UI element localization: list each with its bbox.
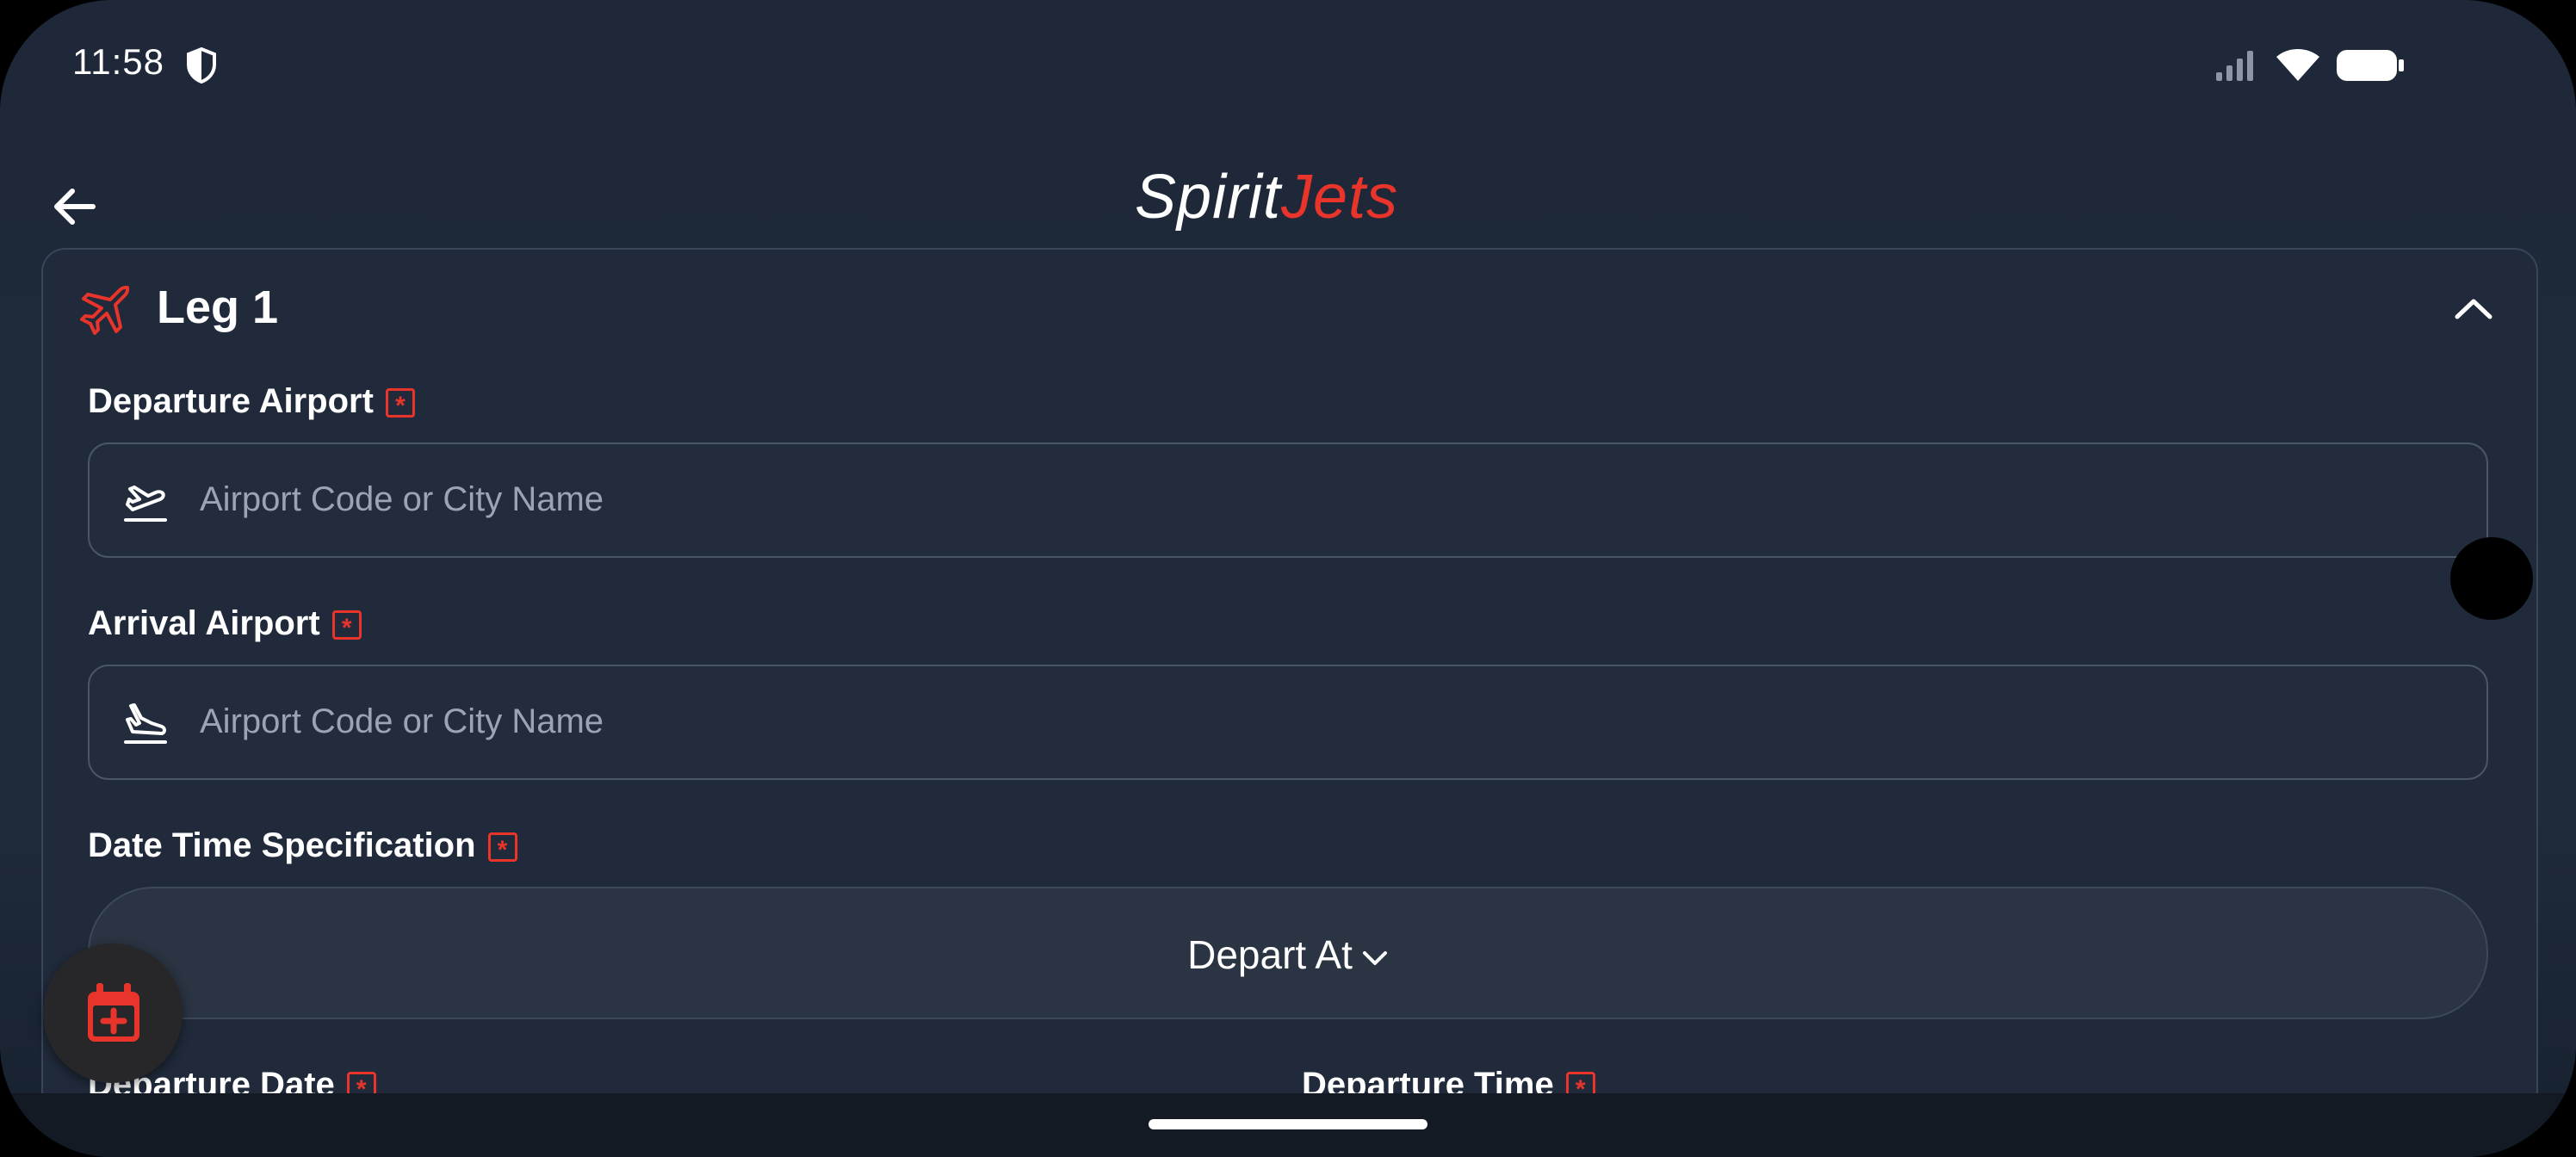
- arrival-airport-label: Arrival Airport *: [88, 604, 362, 643]
- chevron-down-icon: [1362, 950, 1387, 965]
- date-time-spec-select[interactable]: Depart At: [88, 887, 2488, 1019]
- arrow-left-icon[interactable]: [48, 181, 100, 232]
- chevron-up-icon[interactable]: [2452, 289, 2495, 327]
- battery-icon: [2337, 50, 2404, 81]
- add-calendar-button[interactable]: [43, 944, 183, 1083]
- required-icon: *: [487, 832, 517, 864]
- spiritjets-logo: SpiritJets: [1135, 162, 1399, 232]
- status-time: 11:58: [72, 41, 164, 82]
- departure-airport-label: Departure Airport *: [88, 382, 415, 421]
- departure-airport-input[interactable]: Airport Code or City Name: [88, 442, 2488, 558]
- departure-airport-placeholder: Airport Code or City Name: [200, 480, 604, 518]
- calendar-add-icon: [88, 983, 139, 1042]
- required-icon: *: [331, 610, 362, 642]
- logo-spirit: Spirit: [1135, 163, 1282, 232]
- airplane-icon: [80, 286, 129, 335]
- phone-screen: 11:58 SpiritJets Leg 1 Departure Airport…: [0, 0, 2576, 1157]
- wifi-icon: [2276, 49, 2319, 81]
- touch-indicator: [2450, 537, 2533, 620]
- date-time-spec-value-row: Depart At: [90, 931, 2486, 978]
- status-bar: 11:58: [0, 0, 2576, 129]
- departure-airport-label-text: Departure Airport: [88, 382, 374, 420]
- home-indicator[interactable]: [1149, 1119, 1427, 1129]
- shield-icon: [187, 46, 216, 84]
- date-time-spec-label-text: Date Time Specification: [88, 826, 476, 864]
- arrival-airport-label-text: Arrival Airport: [88, 604, 320, 642]
- takeoff-icon: [124, 486, 167, 522]
- landing-icon: [124, 703, 167, 744]
- date-time-spec-value: Depart At: [1187, 932, 1353, 977]
- logo-jets: Jets: [1281, 163, 1399, 232]
- arrival-airport-input[interactable]: Airport Code or City Name: [88, 665, 2488, 780]
- arrival-airport-placeholder: Airport Code or City Name: [200, 702, 604, 740]
- leg-title: Leg 1: [157, 282, 279, 333]
- signal-icon: [2216, 51, 2253, 81]
- date-time-spec-label: Date Time Specification *: [88, 826, 517, 865]
- required-icon: *: [385, 388, 415, 420]
